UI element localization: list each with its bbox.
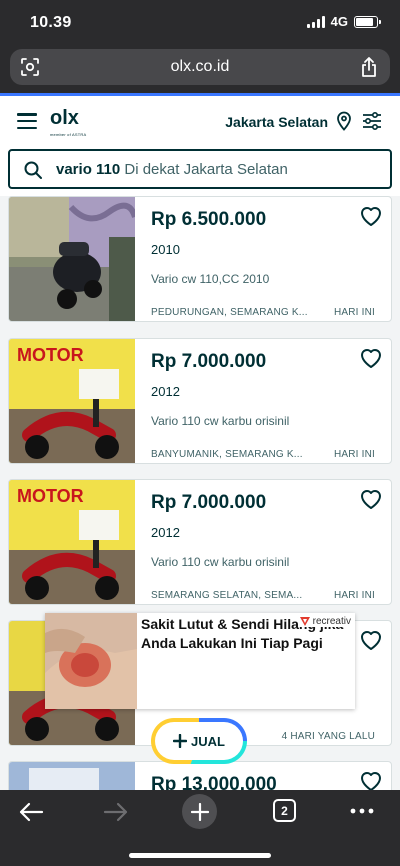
search-query-text: vario 110 xyxy=(56,161,121,178)
listing-title: Vario cw 110,CC 2010 xyxy=(151,272,270,286)
favorite-heart-icon[interactable] xyxy=(359,347,383,369)
ad-banner[interactable]: Sakit Lutut & Sendi Hilang jika Anda Lak… xyxy=(45,613,355,709)
share-icon[interactable] xyxy=(360,56,378,78)
sell-button[interactable]: JUAL xyxy=(151,718,247,764)
ad-brand-label: recreativ xyxy=(312,615,351,627)
tab-count: 2 xyxy=(281,803,288,818)
listing-price: Rp 7.000.000 xyxy=(151,492,267,513)
favorite-heart-icon[interactable] xyxy=(359,205,383,227)
favorite-heart-icon[interactable] xyxy=(359,488,383,510)
listing-date: HARI INI xyxy=(333,590,375,601)
listing-date: HARI INI xyxy=(333,449,375,460)
listing-title: Vario 110 cw karbu orisinil xyxy=(151,555,290,569)
banner-text: MOTOR xyxy=(17,345,84,365)
forward-arrow-icon[interactable] xyxy=(103,802,129,822)
listing-date: 4 HARI YANG LALU xyxy=(281,731,375,742)
listing-photo-motorcycle: MOTOR xyxy=(9,480,135,604)
listing-year: 2012 xyxy=(151,525,180,540)
listing-location: PEDURUNGAN, SEMARANG K... xyxy=(151,307,308,318)
listing-thumbnail: MOTOR xyxy=(9,339,135,463)
browser-chrome: 10.39 4G olx.co.id xyxy=(0,0,400,95)
listing-price: Rp 6.500.000 xyxy=(151,209,267,230)
olx-logo[interactable]: olx member of ASTRA xyxy=(50,107,90,137)
listing-location: SEMARANG SELATAN, SEMA... xyxy=(151,590,303,601)
listing-price: Rp 7.000.000 xyxy=(151,351,267,372)
listing-card[interactable]: MOTOR Rp 7.000.000 2012 Vario 110 cw kar… xyxy=(8,479,392,605)
location-pin-icon[interactable] xyxy=(336,111,352,131)
site-header: olx member of ASTRA Jakarta Selatan xyxy=(0,96,400,146)
favorite-heart-icon[interactable] xyxy=(359,770,383,792)
listing-card[interactable]: Rp 6.500.000 2010 Vario cw 110,CC 2010 P… xyxy=(8,196,392,322)
search-query[interactable]: vario 110 Di dekat Jakarta Selatan xyxy=(56,161,288,178)
url-bar[interactable]: olx.co.id xyxy=(10,49,390,85)
olx-logo-mark: olx xyxy=(50,107,79,129)
url-text[interactable]: olx.co.id xyxy=(10,58,390,76)
ad-brand: recreativ xyxy=(298,615,351,627)
listing-thumbnail: MOTOR xyxy=(9,480,135,604)
plus-icon xyxy=(190,802,209,821)
menu-icon[interactable] xyxy=(17,113,37,129)
filter-icon[interactable] xyxy=(362,112,382,130)
listing-card[interactable]: MOTOR Rp 7.000.000 2012 Vario 110 cw kar… xyxy=(8,338,392,464)
listing-date: HARI INI xyxy=(333,307,375,318)
sell-button-label: JUAL xyxy=(191,733,225,749)
banner-text: MOTOR xyxy=(17,486,84,506)
search-query-suffix: Di dekat Jakarta Selatan xyxy=(120,161,288,178)
recreativ-logo-icon xyxy=(299,617,310,626)
olx-logo-text: olx xyxy=(50,107,79,129)
tab-switcher-button[interactable]: 2 xyxy=(273,799,296,822)
search-section: vario 110 Di dekat Jakarta Selatan xyxy=(0,146,400,196)
favorite-heart-icon[interactable] xyxy=(359,629,383,651)
listing-year: 2012 xyxy=(151,384,180,399)
ad-image xyxy=(45,613,137,709)
more-options-icon[interactable] xyxy=(350,808,374,814)
listing-year: 2010 xyxy=(151,242,180,257)
listing-photo-motorcycle: MOTOR xyxy=(9,339,135,463)
listing-thumbnail xyxy=(9,197,135,321)
back-arrow-icon[interactable] xyxy=(18,802,44,822)
knee-pain-image xyxy=(45,613,137,709)
listing-location: BANYUMANIK, SEMARANG K... xyxy=(151,449,303,460)
search-input[interactable]: vario 110 Di dekat Jakarta Selatan xyxy=(8,149,392,189)
plus-icon xyxy=(173,734,188,748)
olx-logo-subtext: member of ASTRA xyxy=(50,132,87,137)
location-label[interactable]: Jakarta Selatan xyxy=(225,114,328,130)
listing-photo-motorcycle xyxy=(9,197,135,321)
home-indicator xyxy=(129,853,271,858)
network-type: 4G xyxy=(330,14,348,29)
status-time: 10.39 xyxy=(30,14,72,31)
search-icon xyxy=(24,161,42,179)
status-indicators: 4G xyxy=(306,14,381,29)
listing-title: Vario 110 cw karbu orisinil xyxy=(151,414,290,428)
battery-icon xyxy=(354,15,381,28)
signal-icon xyxy=(306,15,325,28)
new-tab-button[interactable] xyxy=(182,794,217,829)
